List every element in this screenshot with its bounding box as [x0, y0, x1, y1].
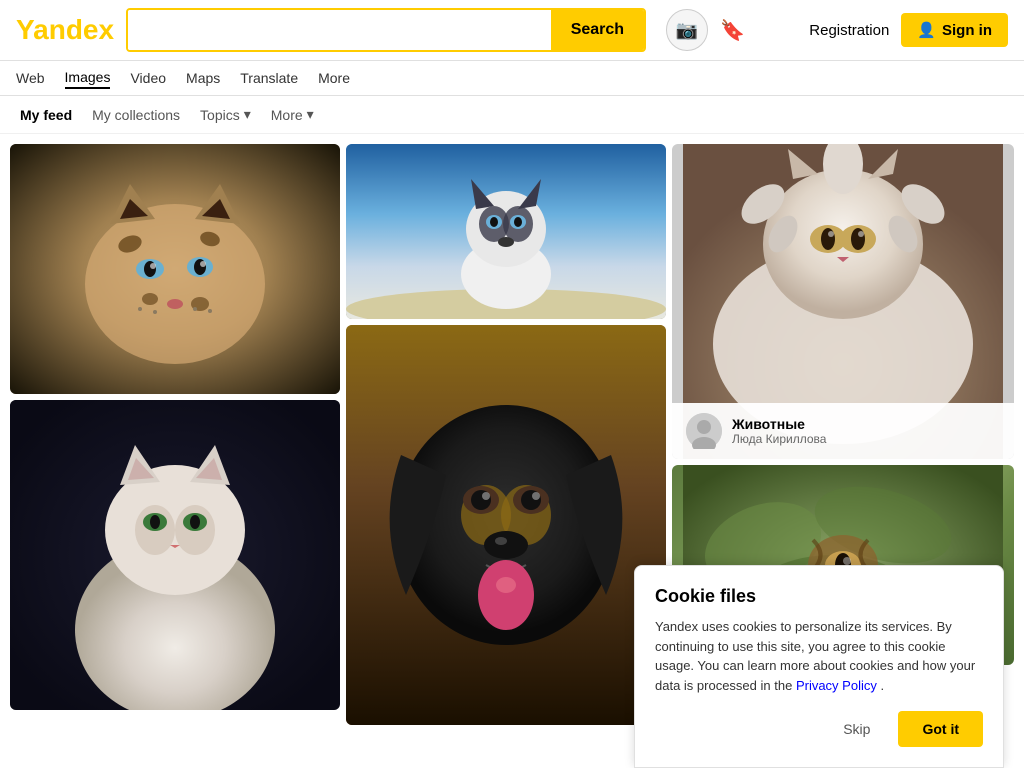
- collection-info: Животные Люда Кириллова: [732, 416, 826, 446]
- logo-andex: andex: [33, 14, 114, 45]
- nav-video[interactable]: Video: [130, 68, 166, 88]
- chevron-down-icon: ▾: [244, 106, 251, 123]
- image-tile-fluffy-cat[interactable]: Животные Люда Кириллова: [672, 144, 1014, 459]
- signin-button[interactable]: 👤 Sign in: [901, 13, 1008, 47]
- header-right: Registration 👤 Sign in: [809, 13, 1008, 47]
- nav-images[interactable]: Images: [65, 67, 111, 89]
- camera-icon: 📷: [676, 20, 698, 41]
- sub-nav-my-feed[interactable]: My feed: [20, 107, 72, 123]
- avatar: [686, 413, 722, 449]
- nav-translate[interactable]: Translate: [240, 68, 298, 88]
- collection-author: Люда Кириллова: [732, 432, 826, 446]
- chevron-down-icon-2: ▾: [307, 106, 314, 123]
- collection-title: Животные: [732, 416, 826, 432]
- logo[interactable]: Yandex: [16, 14, 114, 46]
- sub-nav-my-collections[interactable]: My collections: [92, 107, 180, 123]
- got-it-button[interactable]: Got it: [898, 711, 983, 747]
- logo-y: Y: [16, 14, 33, 45]
- registration-button[interactable]: Registration: [809, 22, 889, 39]
- nav-maps[interactable]: Maps: [186, 68, 220, 88]
- sub-nav: My feed My collections Topics ▾ More ▾: [0, 96, 1024, 134]
- sub-nav-topics[interactable]: Topics ▾: [200, 106, 251, 123]
- image-column-2: [346, 144, 666, 725]
- sub-nav-more[interactable]: More ▾: [271, 106, 314, 123]
- privacy-policy-link[interactable]: Privacy Policy: [796, 678, 877, 693]
- signin-label: Sign in: [942, 22, 992, 39]
- image-tile-leopard[interactable]: 59i.ru: [10, 144, 340, 394]
- bookmark-icon: 🔖: [720, 20, 745, 42]
- cookie-banner: Cookie files Yandex uses cookies to pers…: [634, 565, 1004, 768]
- search-button[interactable]: Search: [551, 10, 644, 50]
- collection-card: Животные Люда Кириллова: [672, 403, 1014, 459]
- cookie-title: Cookie files: [655, 586, 983, 607]
- image-column-1: 59i.ru: [10, 144, 340, 725]
- nav-more[interactable]: More: [318, 68, 350, 88]
- nav-web[interactable]: Web: [16, 68, 45, 88]
- image-tile-husky[interactable]: [346, 144, 666, 319]
- image-tile-black-dog[interactable]: [346, 325, 666, 725]
- top-nav: Web Images Video Maps Translate More: [0, 61, 1024, 96]
- camera-button[interactable]: 📷: [666, 9, 708, 51]
- cookie-actions: Skip Got it: [655, 711, 983, 747]
- cookie-text: Yandex uses cookies to personalize its s…: [655, 617, 983, 695]
- image-tile-ragdoll[interactable]: [10, 400, 340, 710]
- search-bar: Search: [126, 8, 646, 52]
- header-icons: 📷 🔖: [666, 9, 745, 51]
- skip-button[interactable]: Skip: [827, 711, 886, 747]
- bookmark-button[interactable]: 🔖: [720, 18, 745, 43]
- more-label: More: [271, 107, 303, 123]
- user-icon: 👤: [917, 21, 936, 39]
- header: Yandex Search 📷 🔖 Registration 👤 Sign in: [0, 0, 1024, 61]
- cookie-text-end: .: [880, 678, 884, 693]
- search-input[interactable]: [128, 10, 551, 50]
- topics-label: Topics: [200, 107, 240, 123]
